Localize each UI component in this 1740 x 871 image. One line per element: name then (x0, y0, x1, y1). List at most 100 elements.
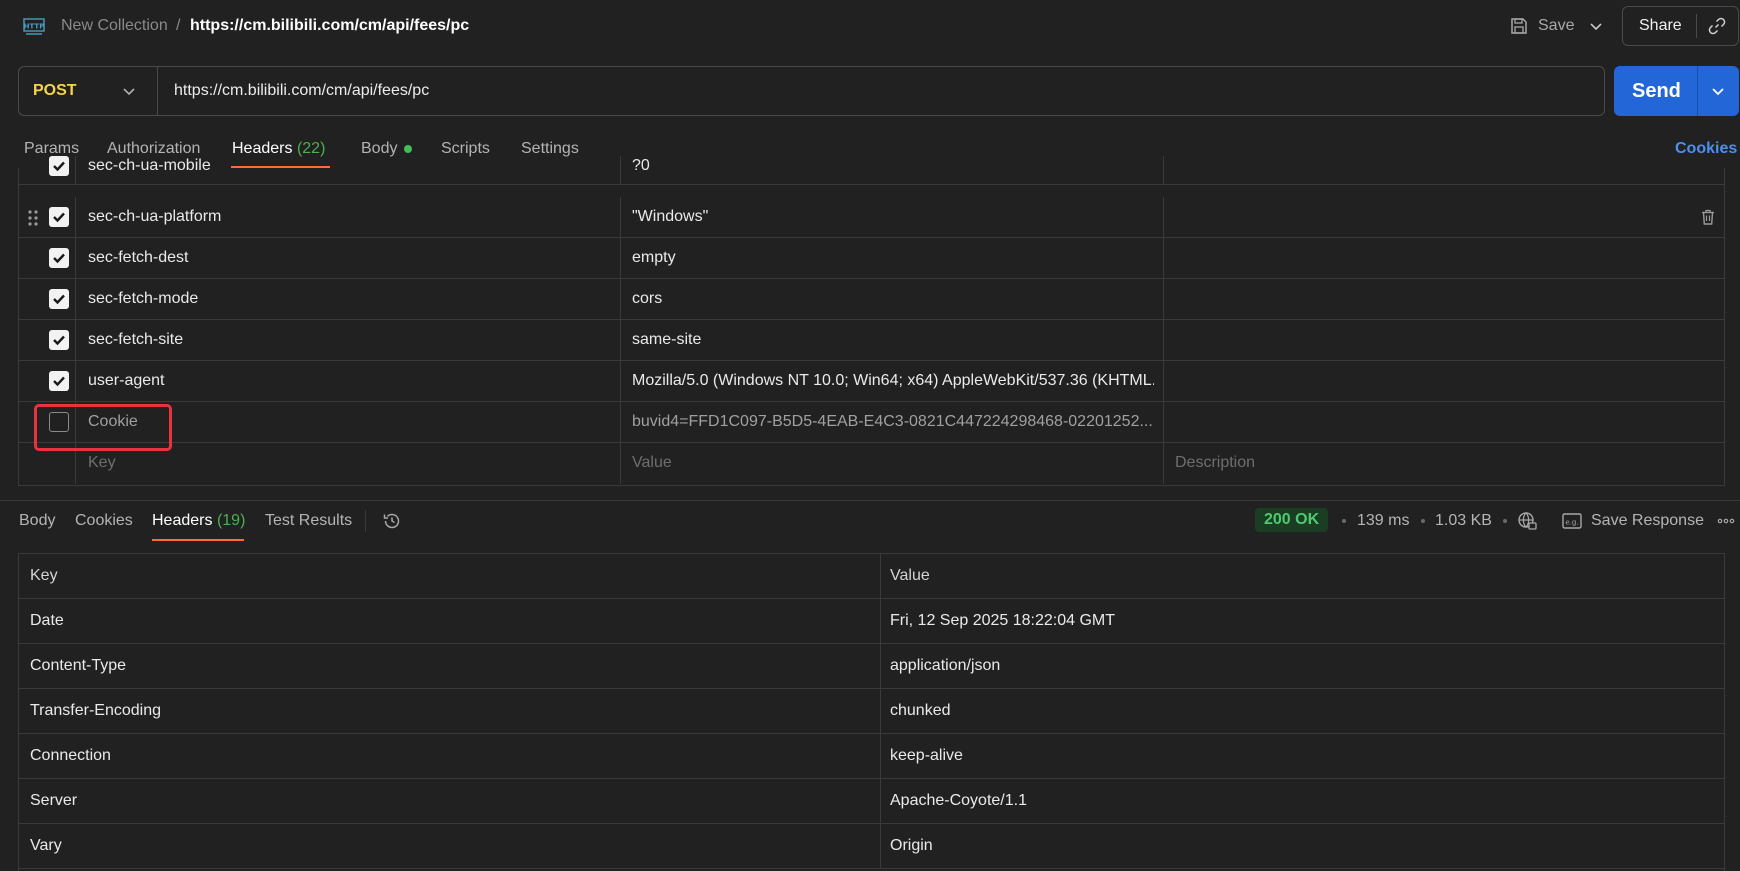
chevron-down-icon[interactable] (121, 83, 137, 99)
header-value[interactable]: empty (632, 249, 676, 267)
header-key[interactable]: sec-fetch-mode (88, 290, 198, 308)
response-header-key: Vary (30, 837, 62, 854)
response-header-key: Transfer-Encoding (30, 702, 162, 719)
response-header-value: application/json (890, 657, 1001, 674)
header-value[interactable]: ?0 (632, 157, 650, 175)
response-tab-headers[interactable]: Headers (19) (152, 512, 245, 530)
header-value[interactable]: "Windows" (632, 208, 708, 226)
drag-handle-icon[interactable] (27, 209, 39, 227)
table-row: Connection keep-alive (19, 734, 1724, 779)
http-icon: HTTP (22, 14, 46, 38)
response-header-value: chunked (890, 702, 951, 719)
response-header-value: Origin (890, 837, 933, 854)
table-header-row: Key Value (19, 554, 1724, 599)
row-checkbox[interactable] (49, 207, 69, 227)
share-button-group: Share (1622, 6, 1739, 46)
table-row: Content-Type application/json (19, 644, 1724, 689)
top-bar: HTTP New Collection / https://cm.bilibil… (0, 0, 1740, 52)
breadcrumb-collection[interactable]: New Collection (61, 17, 168, 35)
save-response-button[interactable]: Save Response (1591, 512, 1704, 530)
row-checkbox[interactable] (49, 330, 69, 350)
globe-icon[interactable] (1517, 511, 1537, 531)
table-row: Cookie buvid4=FFD1C097-B5D5-4EAB-E4C3-08… (19, 402, 1724, 443)
header-value[interactable]: buvid4=FFD1C097-B5D5-4EAB-E4C3-0821C4472… (632, 413, 1153, 431)
table-row: Transfer-Encoding chunked (19, 689, 1724, 734)
new-description-input[interactable]: Description (1175, 454, 1255, 472)
table-row: Server Apache-Coyote/1.1 (19, 779, 1724, 824)
header-key[interactable]: user-agent (88, 372, 165, 390)
header-value[interactable]: same-site (632, 331, 701, 349)
tab-headers-count: (22) (296, 140, 326, 157)
body-status-dot (404, 145, 412, 153)
table-row: sec-ch-ua-platform "Windows" (19, 197, 1724, 238)
table-row: user-agent Mozilla/5.0 (Windows NT 10.0;… (19, 361, 1724, 402)
table-row: Vary Origin (19, 824, 1724, 869)
response-tab-cookies[interactable]: Cookies (75, 512, 133, 530)
history-icon[interactable] (382, 511, 402, 531)
new-key-input[interactable]: Key (88, 454, 116, 472)
cookie-row-highlight (34, 404, 172, 451)
header-value[interactable]: Mozilla/5.0 (Windows NT 10.0; Win64; x64… (632, 372, 1154, 390)
row-checkbox[interactable] (49, 289, 69, 309)
response-header-value: keep-alive (890, 747, 963, 764)
example-icon[interactable]: e.g. (1562, 512, 1582, 530)
request-headers-table: sec-ch-ua-mobile ?0 sec-ch-ua-platform "… (18, 156, 1725, 486)
response-header-value: Fri, 12 Sep 2025 18:22:04 GMT (890, 612, 1116, 629)
tab-divider (365, 510, 366, 532)
response-tab-body[interactable]: Body (19, 512, 55, 530)
tab-headers-label: Headers (232, 140, 293, 157)
row-checkbox[interactable] (49, 371, 69, 391)
table-row: sec-fetch-dest empty (19, 238, 1724, 279)
header-key[interactable]: sec-ch-ua-platform (88, 208, 221, 226)
chevron-down-icon[interactable] (1588, 18, 1604, 34)
save-icon[interactable] (1509, 16, 1529, 36)
share-divider (1696, 14, 1697, 38)
chevron-down-icon[interactable] (1710, 83, 1726, 99)
send-button-group: Send (1614, 66, 1739, 116)
response-divider (0, 500, 1740, 501)
header-key[interactable]: sec-fetch-site (88, 331, 183, 349)
request-bar: POST https://cm.bilibili.com/cm/api/fees… (18, 66, 1605, 116)
response-headers-table: Key Value Date Fri, 12 Sep 2025 18:22:04… (18, 553, 1725, 871)
new-value-input[interactable]: Value (632, 454, 672, 472)
svg-text:HTTP: HTTP (24, 23, 45, 31)
response-tab-test-results[interactable]: Test Results (265, 512, 352, 530)
method-select[interactable]: POST (33, 82, 77, 100)
send-divider (1697, 66, 1698, 116)
status-badge[interactable]: 200 OK (1255, 508, 1329, 532)
row-checkbox[interactable] (49, 248, 69, 268)
response-size[interactable]: 1.03 KB (1435, 512, 1492, 530)
breadcrumb-separator: / (176, 17, 181, 34)
response-header-key: Server (30, 792, 78, 809)
response-tab-headers-count: (19) (216, 512, 246, 529)
response-header-key: Content-Type (30, 657, 127, 674)
column-header-key: Key (30, 567, 58, 584)
table-row-new: Key Value Description (19, 443, 1724, 484)
link-icon[interactable] (1708, 17, 1726, 35)
table-row: sec-ch-ua-mobile ?0 (19, 156, 1724, 185)
table-row: sec-fetch-site same-site (19, 320, 1724, 361)
meta-separator (1342, 519, 1346, 523)
save-button[interactable]: Save (1538, 17, 1574, 35)
trash-icon[interactable] (1699, 208, 1717, 226)
method-divider (157, 67, 158, 115)
svg-text:e.g.: e.g. (1565, 519, 1578, 527)
share-button[interactable]: Share (1639, 17, 1682, 35)
header-key[interactable]: sec-ch-ua-mobile (88, 157, 211, 175)
response-header-value: Apache-Coyote/1.1 (890, 792, 1027, 809)
send-button[interactable]: Send (1632, 80, 1681, 103)
header-key[interactable]: sec-fetch-dest (88, 249, 188, 267)
header-value[interactable]: cors (632, 290, 662, 308)
active-tab-indicator (152, 539, 244, 541)
table-row: Date Fri, 12 Sep 2025 18:22:04 GMT (19, 599, 1724, 644)
url-input[interactable]: https://cm.bilibili.com/cm/api/fees/pc (174, 82, 429, 100)
row-checkbox[interactable] (49, 156, 69, 176)
response-header-key: Date (30, 612, 64, 629)
table-row: sec-fetch-mode cors (19, 279, 1724, 320)
meta-separator (1421, 519, 1425, 523)
column-header-value: Value (890, 567, 930, 584)
more-icon[interactable] (1717, 514, 1735, 528)
request-name[interactable]: https://cm.bilibili.com/cm/api/fees/pc (190, 17, 469, 35)
meta-separator (1503, 519, 1507, 523)
response-time[interactable]: 139 ms (1357, 512, 1409, 530)
